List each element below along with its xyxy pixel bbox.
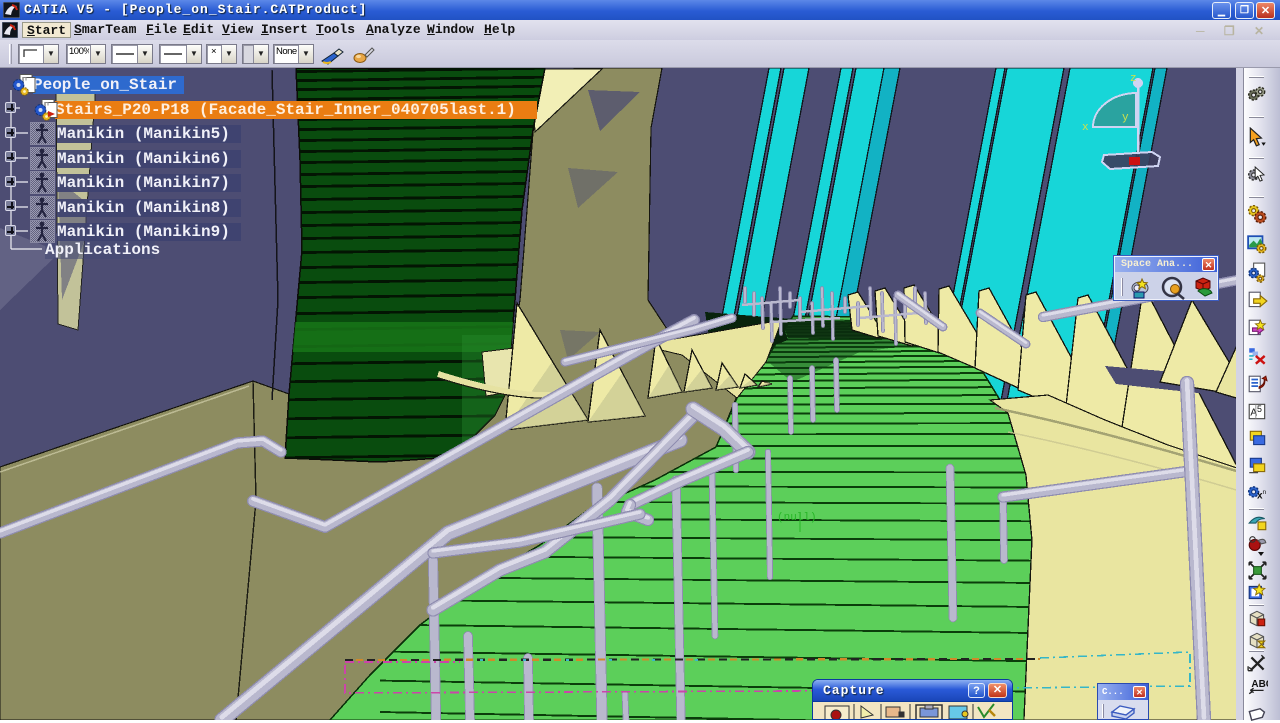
svg-text:n: n <box>1262 489 1266 496</box>
svg-text:ABC: ABC <box>1251 679 1268 690</box>
svg-text:(null): (null) <box>777 512 817 524</box>
svg-text:y: y <box>1122 112 1129 124</box>
svg-text:z: z <box>1130 73 1137 85</box>
svg-text:x: x <box>1082 122 1089 134</box>
svg-text:5: 5 <box>1257 404 1262 414</box>
